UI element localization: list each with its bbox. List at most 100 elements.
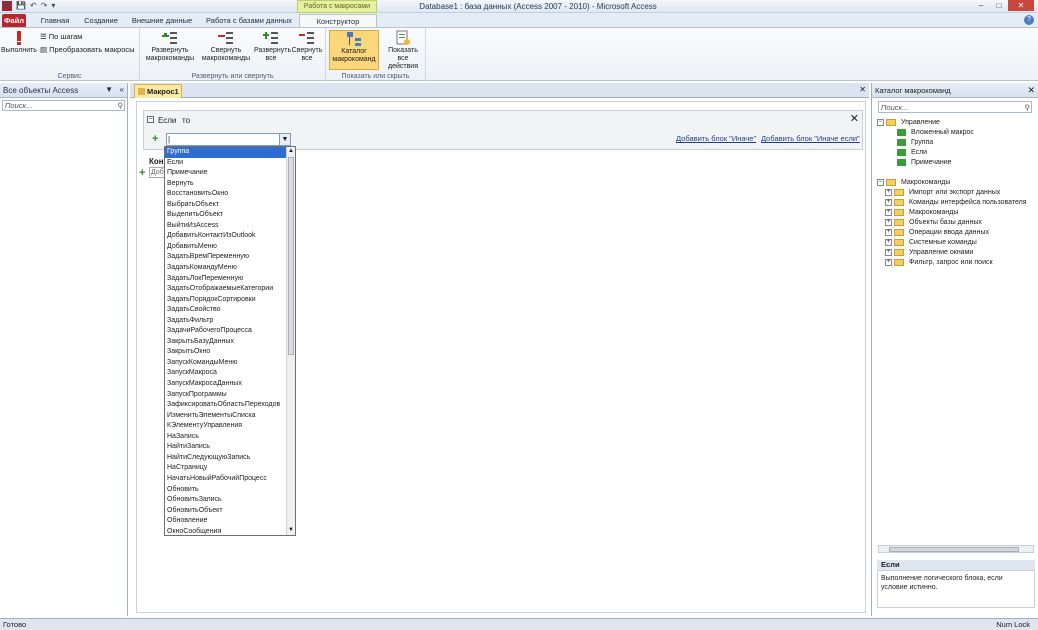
tree-folder[interactable]: + Фильтр, запрос или поиск xyxy=(877,258,1037,268)
step-button[interactable]: ☰ По шагам xyxy=(40,32,82,41)
dropdown-option[interactable]: ДобавитьМеню xyxy=(165,242,295,253)
dropdown-option[interactable]: ЗапускКомандыМеню xyxy=(165,358,295,369)
scroll-up-icon[interactable]: ▲ xyxy=(287,147,295,156)
dropdown-option[interactable]: ЗадатьЛокПеременную xyxy=(165,274,295,285)
tab-home[interactable]: Главная xyxy=(32,14,78,27)
dropdown-option[interactable]: ЗапускМакросаДанных xyxy=(165,379,295,390)
tree-folder[interactable]: + Объекты базы данных xyxy=(877,218,1037,228)
catalog-scroll-thumb[interactable] xyxy=(889,547,1019,552)
nav-collapse-icon[interactable]: « xyxy=(120,85,124,95)
dropdown-option[interactable]: Обновить xyxy=(165,485,295,496)
dropdown-option[interactable]: ДобавитьКонтактИзOutlook xyxy=(165,231,295,242)
add-icon[interactable]: + xyxy=(152,134,161,145)
dropdown-option[interactable]: ЗапускМакроса xyxy=(165,368,295,379)
tree-folder[interactable]: + Управление окнами xyxy=(877,248,1037,258)
tree-folder-actions[interactable]: − Макрокоманды xyxy=(877,178,1037,188)
expand-node-icon[interactable]: + xyxy=(885,228,892,236)
tab-external-data[interactable]: Внешние данные xyxy=(128,14,196,27)
expand-node-icon[interactable]: + xyxy=(885,208,892,216)
collapse-node-icon[interactable]: − xyxy=(877,118,884,126)
action-combo-input[interactable]: | ▼ xyxy=(166,133,291,146)
action-dropdown-list[interactable]: Группа Если Примечание Вернуть ВосстановитьО… xyxy=(164,146,296,536)
dropdown-option[interactable]: Группа xyxy=(165,147,295,158)
maximize-button[interactable]: □ xyxy=(990,0,1008,11)
collapse-actions-button[interactable]: Свернуть макрокоманды xyxy=(200,30,252,63)
dropdown-option[interactable]: Если xyxy=(165,158,295,169)
dropdown-option[interactable]: Вернуть xyxy=(165,179,295,190)
dropdown-option[interactable]: КЭлементуУправления xyxy=(165,421,295,432)
dropdown-option[interactable]: НайтиСледующуюЗапись xyxy=(165,453,295,464)
scroll-thumb[interactable] xyxy=(288,157,294,355)
collapse-all-button[interactable]: Свернуть все xyxy=(290,30,324,63)
tree-item[interactable]: Вложенный макрос xyxy=(877,128,1037,138)
search-icon[interactable]: ⚲ xyxy=(118,101,124,111)
dropdown-option[interactable]: ЗадатьПорядокСортировки xyxy=(165,295,295,306)
minimize-button[interactable]: – xyxy=(972,0,990,11)
tree-item[interactable]: Примечание xyxy=(877,158,1037,168)
dropdown-option[interactable]: ЗакрытьОкно xyxy=(165,347,295,358)
dropdown-option[interactable]: ВыбратьОбъект xyxy=(165,200,295,211)
run-button[interactable]: Выполнить xyxy=(1,30,37,55)
dropdown-option[interactable]: ВыйтиИзAccess xyxy=(165,221,295,232)
dropdown-option[interactable]: ОкноСообщения xyxy=(165,527,295,535)
tree-folder-control[interactable]: − Управление xyxy=(877,118,1037,128)
add-else-link[interactable]: Добавить блок "Иначе" xyxy=(676,134,756,143)
dropdown-option[interactable]: ВосстановитьОкно xyxy=(165,189,295,200)
show-all-actions-button[interactable]: Показать все действия xyxy=(382,30,424,71)
nav-search-input[interactable]: Поиск... ⚲ xyxy=(2,100,125,111)
dropdown-option[interactable]: ЗадатьФильтр xyxy=(165,316,295,327)
dropdown-option[interactable]: НаЗапись xyxy=(165,432,295,443)
nav-menu-icon[interactable]: ▼ xyxy=(105,85,113,95)
add-else-if-link[interactable]: Добавить блок "Иначе если" xyxy=(761,134,860,143)
navigation-pane-header[interactable]: Все объекты Access ▼ « xyxy=(0,83,127,98)
tree-folder[interactable]: + Системные команды xyxy=(877,238,1037,248)
expand-node-icon[interactable]: + xyxy=(885,198,892,206)
dropdown-option[interactable]: ЗапускПрограммы xyxy=(165,390,295,401)
dropdown-option[interactable]: ЗадатьСвойство xyxy=(165,305,295,316)
expand-all-button[interactable]: Развернуть все xyxy=(254,30,291,63)
dropdown-option[interactable]: НайтиЗапись xyxy=(165,442,295,453)
catalog-search-icon[interactable]: ⚲ xyxy=(1025,102,1031,113)
dropdown-option[interactable]: Обновление xyxy=(165,516,295,527)
close-document-icon[interactable]: ✕ xyxy=(859,85,866,95)
expand-actions-button[interactable]: Развернуть макрокоманды xyxy=(144,30,196,63)
collapse-block-icon[interactable]: − xyxy=(147,116,154,123)
tab-create[interactable]: Создание xyxy=(80,14,122,27)
expand-node-icon[interactable]: + xyxy=(885,248,892,256)
tree-folder[interactable]: + Команды интерфейса пользователя xyxy=(877,198,1037,208)
tab-macro1[interactable]: Макрос1 xyxy=(134,84,182,98)
dropdown-option[interactable]: Примечание xyxy=(165,168,295,179)
tab-design[interactable]: Конструктор xyxy=(299,14,377,27)
add-action-icon[interactable]: + xyxy=(139,168,148,179)
tree-folder[interactable]: + Макрокоманды xyxy=(877,208,1037,218)
dropdown-option[interactable]: ИзменитьЭлементыСписка xyxy=(165,411,295,422)
tab-file[interactable]: Файл xyxy=(2,14,26,27)
delete-block-icon[interactable]: ✕ xyxy=(850,112,859,125)
dropdown-option[interactable]: ЗадатьВремПеременную xyxy=(165,252,295,263)
dropdown-option[interactable]: ЗакрытьБазуДанных xyxy=(165,337,295,348)
help-icon[interactable]: ? xyxy=(1024,15,1034,25)
dropdown-scrollbar[interactable]: ▲ ▼ xyxy=(286,147,295,535)
tab-database-tools[interactable]: Работа с базами данных xyxy=(204,14,294,27)
chevron-down-icon[interactable]: ▼ xyxy=(279,134,290,145)
expand-node-icon[interactable]: + xyxy=(885,258,892,266)
catalog-horizontal-scrollbar[interactable] xyxy=(878,545,1034,553)
expand-node-icon[interactable]: + xyxy=(885,188,892,196)
dropdown-option[interactable]: ЗадачиРабочегоПроцесса xyxy=(165,326,295,337)
dropdown-option[interactable]: НачатьНовыйРабочийПроцесс xyxy=(165,474,295,485)
close-catalog-icon[interactable]: ✕ xyxy=(1027,83,1035,98)
tree-folder[interactable]: + Операции ввода данных xyxy=(877,228,1037,238)
convert-macros-button[interactable]: ▤ Преобразовать макросы xyxy=(40,45,135,54)
expand-node-icon[interactable]: + xyxy=(885,218,892,226)
tree-item[interactable]: Если xyxy=(877,148,1037,158)
dropdown-option[interactable]: ОбновитьЗапись xyxy=(165,495,295,506)
dropdown-option[interactable]: ЗафиксироватьОбластьПереходов xyxy=(165,400,295,411)
dropdown-option[interactable]: ЗадатьКомандуМеню xyxy=(165,263,295,274)
tree-folder[interactable]: + Импорт или экспорт данных xyxy=(877,188,1037,198)
collapse-node-icon[interactable]: − xyxy=(877,178,884,186)
scroll-down-icon[interactable]: ▼ xyxy=(287,526,295,535)
expand-node-icon[interactable]: + xyxy=(885,238,892,246)
dropdown-option[interactable]: ОбновитьОбъект xyxy=(165,506,295,517)
catalog-button[interactable]: Каталог макрокоманд xyxy=(329,30,379,70)
tree-item[interactable]: Группа xyxy=(877,138,1037,148)
